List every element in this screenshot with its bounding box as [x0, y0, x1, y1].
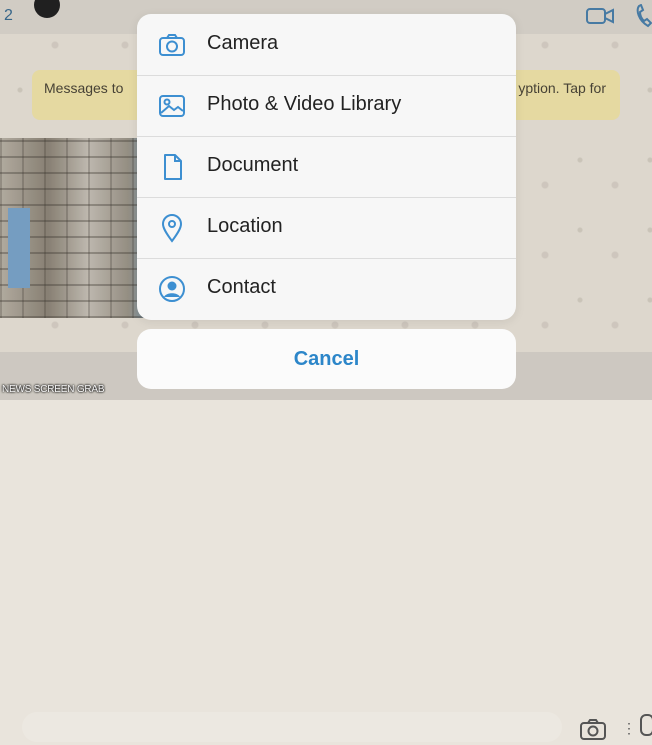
- composer-camera-icon[interactable]: [580, 718, 606, 745]
- action-camera[interactable]: Camera: [137, 14, 516, 76]
- location-pin-icon: [157, 213, 187, 243]
- message-input[interactable]: [22, 712, 562, 742]
- document-icon: [157, 152, 187, 182]
- action-label: Location: [207, 215, 283, 237]
- photo-library-icon: [157, 91, 187, 121]
- action-location[interactable]: Location: [137, 197, 516, 259]
- attachment-action-sheet: Camera Photo & Video Library Document Lo…: [137, 14, 516, 320]
- action-contact[interactable]: Contact: [137, 258, 516, 319]
- more-dots-icon[interactable]: ⋮: [622, 720, 636, 737]
- action-label: Document: [207, 154, 299, 176]
- cancel-button[interactable]: Cancel: [137, 329, 516, 389]
- action-label: Photo & Video Library: [207, 93, 402, 115]
- action-label: Contact: [207, 276, 276, 298]
- camera-icon: [157, 30, 187, 60]
- microphone-icon[interactable]: [640, 714, 652, 736]
- action-photo-video-library[interactable]: Photo & Video Library: [137, 75, 516, 137]
- action-document[interactable]: Document: [137, 136, 516, 198]
- action-label: Camera: [207, 32, 279, 54]
- contact-icon: [157, 274, 187, 304]
